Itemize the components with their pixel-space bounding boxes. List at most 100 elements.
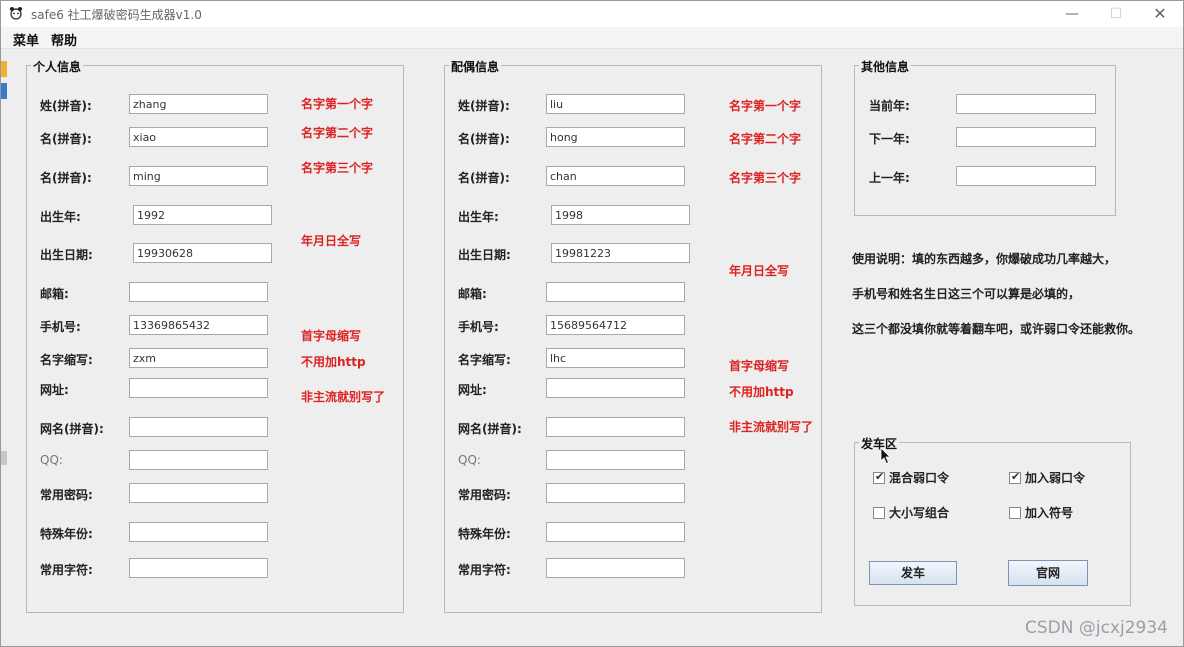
mouse-cursor-icon: [880, 447, 891, 465]
text-input[interactable]: [129, 483, 268, 503]
text-input[interactable]: [546, 558, 685, 578]
hint-text: 名字第二个字: [729, 132, 802, 146]
hint-text: 名字第一个字: [729, 99, 802, 113]
field-label: 网址:: [458, 383, 487, 397]
mixed-weak-password-checkbox[interactable]: 混合弱口令: [873, 469, 949, 486]
field-label: 特殊年份:: [40, 527, 93, 541]
field-label: 出生日期:: [458, 248, 511, 262]
field-label: 名(拼音):: [458, 132, 510, 146]
add-weak-password-checkbox[interactable]: 加入弱口令: [1009, 469, 1085, 486]
text-input[interactable]: 15689564712: [546, 315, 685, 335]
text-input[interactable]: xiao: [129, 127, 268, 147]
checkbox-checked-icon: [1009, 470, 1021, 484]
field-label: 常用字符:: [458, 563, 511, 577]
field-label: 姓(拼音):: [458, 99, 510, 113]
field-label: 手机号:: [458, 320, 499, 334]
hint-text: 首字母缩写: [729, 359, 790, 373]
menu-bar: 菜单 帮助: [1, 27, 1183, 49]
field-label: 姓(拼音):: [40, 99, 92, 113]
add-symbols-checkbox[interactable]: 加入符号: [1009, 504, 1073, 521]
checkbox-unchecked-icon: [873, 506, 885, 519]
hint-text: 名字第三个字: [301, 161, 374, 175]
text-input[interactable]: [956, 166, 1096, 186]
usage-line: 使用说明：填的东西越多，你爆破成功几率越大，: [852, 252, 1117, 266]
hint-text: 非主流就别写了: [301, 390, 386, 404]
panel-title: 其他信息: [859, 58, 912, 75]
checkbox-label: 加入符号: [1025, 506, 1074, 520]
text-input[interactable]: [546, 450, 685, 470]
text-input[interactable]: [129, 450, 268, 470]
field-label: QQ:: [40, 453, 63, 467]
field-label: 网址:: [40, 383, 69, 397]
text-input[interactable]: liu: [546, 94, 685, 114]
text-input[interactable]: hong: [546, 127, 685, 147]
text-input[interactable]: [129, 282, 268, 302]
background-window-edge: [1, 61, 7, 77]
text-input[interactable]: [546, 282, 685, 302]
panel-title: 个人信息: [31, 58, 84, 75]
background-window-edge: [1, 83, 7, 99]
field-label: 名(拼音):: [458, 171, 510, 185]
text-input[interactable]: zhang: [129, 94, 268, 114]
official-site-button[interactable]: 官网: [1008, 560, 1088, 586]
text-input[interactable]: [956, 94, 1096, 114]
panel-title: 发车区: [859, 435, 900, 452]
text-input[interactable]: zxm: [129, 348, 268, 368]
field-label: 邮箱:: [40, 287, 69, 301]
field-label: 名(拼音):: [40, 132, 92, 146]
field-label: 名字缩写:: [40, 353, 93, 367]
text-input[interactable]: [129, 558, 268, 578]
menu-item-menu[interactable]: 菜单: [13, 30, 39, 49]
hint-text: 首字母缩写: [301, 329, 362, 343]
field-label: 常用密码:: [458, 488, 511, 502]
field-label: 常用密码:: [40, 488, 93, 502]
usage-line: 手机号和姓名生日这三个可以算是必填的，: [852, 287, 1081, 301]
maximize-button[interactable]: ☐: [1093, 1, 1139, 27]
text-input[interactable]: [129, 378, 268, 398]
close-button[interactable]: ✕: [1137, 1, 1183, 27]
field-label: 上一年:: [869, 171, 910, 185]
field-label: 网名(拼音):: [40, 422, 104, 436]
case-combination-checkbox[interactable]: 大小写组合: [873, 504, 949, 521]
text-input[interactable]: 19981223: [551, 243, 690, 263]
launch-button[interactable]: 发车: [869, 561, 957, 585]
usage-line: 这三个都没填你就等着翻车吧，或许弱口令还能救你。: [852, 322, 1141, 336]
text-input[interactable]: chan: [546, 166, 685, 186]
text-input[interactable]: [129, 417, 268, 437]
field-label: 当前年:: [869, 99, 910, 113]
field-label: 名字缩写:: [458, 353, 511, 367]
checkbox-unchecked-icon: [1009, 506, 1021, 519]
text-input[interactable]: 1992: [133, 205, 272, 225]
background-window-edge: [1, 451, 7, 465]
text-input[interactable]: [546, 483, 685, 503]
text-input[interactable]: 1998: [551, 205, 690, 225]
field-label: 手机号:: [40, 320, 81, 334]
field-label: 常用字符:: [40, 563, 93, 577]
field-label: 出生日期:: [40, 248, 93, 262]
app-icon: [10, 7, 22, 20]
minimize-button[interactable]: —: [1049, 1, 1095, 27]
watermark: CSDN @jcxj2934: [1025, 618, 1168, 638]
hint-text: 年月日全写: [729, 264, 790, 278]
field-label: 出生年:: [458, 210, 499, 224]
text-input[interactable]: [546, 522, 685, 542]
text-input[interactable]: 19930628: [133, 243, 272, 263]
checkbox-label: 加入弱口令: [1025, 471, 1086, 485]
text-input[interactable]: ming: [129, 166, 268, 186]
hint-text: 不用加http: [301, 355, 366, 369]
app-window: safe6 社工爆破密码生成器v1.0 — ☐ ✕ 菜单 帮助 个人信息 姓(拼…: [0, 0, 1184, 647]
text-input[interactable]: [546, 417, 685, 437]
text-input[interactable]: [546, 378, 685, 398]
text-input[interactable]: 13369865432: [129, 315, 268, 335]
text-input[interactable]: lhc: [546, 348, 685, 368]
field-label: 特殊年份:: [458, 527, 511, 541]
checkbox-label: 大小写组合: [889, 506, 950, 520]
text-input[interactable]: [956, 127, 1096, 147]
field-label: 名(拼音):: [40, 171, 92, 185]
checkbox-label: 混合弱口令: [889, 471, 950, 485]
menu-item-help[interactable]: 帮助: [51, 30, 77, 49]
field-label: 邮箱:: [458, 287, 487, 301]
text-input[interactable]: [129, 522, 268, 542]
hint-text: 年月日全写: [301, 234, 362, 248]
hint-text: 名字第一个字: [301, 97, 374, 111]
